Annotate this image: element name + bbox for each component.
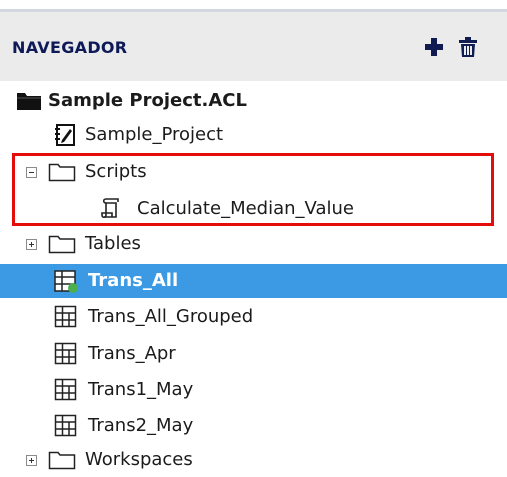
navigator-header: NAVEGADOR bbox=[0, 12, 507, 81]
tree-item-trans2-may[interactable]: Trans2_May bbox=[0, 409, 507, 443]
tree-item-label: Trans_Apr bbox=[88, 343, 176, 364]
tree-item-label: Trans2_May bbox=[88, 415, 194, 436]
navigator-title: NAVEGADOR bbox=[12, 38, 128, 57]
tree-item-label: Sample Project.ACL bbox=[48, 90, 247, 111]
folder-icon bbox=[48, 451, 76, 470]
delete-button[interactable] bbox=[457, 36, 479, 58]
script-icon bbox=[101, 198, 119, 219]
add-button[interactable] bbox=[423, 36, 445, 58]
expand-icon[interactable] bbox=[26, 455, 37, 466]
tree-item-label: Calculate_Median_Value bbox=[137, 198, 354, 219]
tree-item-label: Tables bbox=[85, 233, 141, 254]
folder-filled-icon bbox=[17, 93, 41, 110]
tree-item-trans-all[interactable]: Trans_All bbox=[0, 264, 507, 298]
tree-item-label: Workspaces bbox=[85, 449, 193, 470]
table-active-icon bbox=[54, 270, 78, 293]
tree-item-sample-project[interactable]: Sample_Project bbox=[0, 118, 507, 152]
notebook-icon bbox=[55, 124, 75, 146]
tree-item-project-root[interactable]: Sample Project.ACL bbox=[0, 84, 507, 118]
table-icon bbox=[54, 305, 77, 328]
tree-item-label: Trans1_May bbox=[88, 379, 194, 400]
tree-item-trans-apr[interactable]: Trans_Apr bbox=[0, 337, 507, 371]
collapse-icon[interactable] bbox=[26, 167, 37, 178]
tree-item-trans1-may[interactable]: Trans1_May bbox=[0, 373, 507, 407]
folder-icon bbox=[48, 235, 76, 254]
tree-item-calculate-median-value[interactable]: Calculate_Median_Value bbox=[0, 192, 507, 226]
table-icon bbox=[54, 414, 77, 437]
trash-icon bbox=[459, 37, 477, 57]
tree-item-label: Trans_All bbox=[88, 270, 179, 291]
tree-item-label: Sample_Project bbox=[85, 124, 224, 145]
tree-item-tables[interactable]: Tables bbox=[0, 227, 507, 261]
tree-item-trans-all-grouped[interactable]: Trans_All_Grouped bbox=[0, 300, 507, 334]
plus-icon bbox=[425, 38, 443, 56]
tree-item-scripts[interactable]: Scripts bbox=[0, 155, 507, 189]
expand-icon[interactable] bbox=[26, 239, 37, 250]
folder-icon bbox=[48, 163, 76, 182]
table-icon bbox=[54, 378, 77, 401]
tree-item-label: Trans_All_Grouped bbox=[88, 306, 254, 327]
tree-item-label: Scripts bbox=[85, 161, 147, 182]
table-icon bbox=[54, 342, 77, 365]
top-strip bbox=[0, 0, 507, 9]
